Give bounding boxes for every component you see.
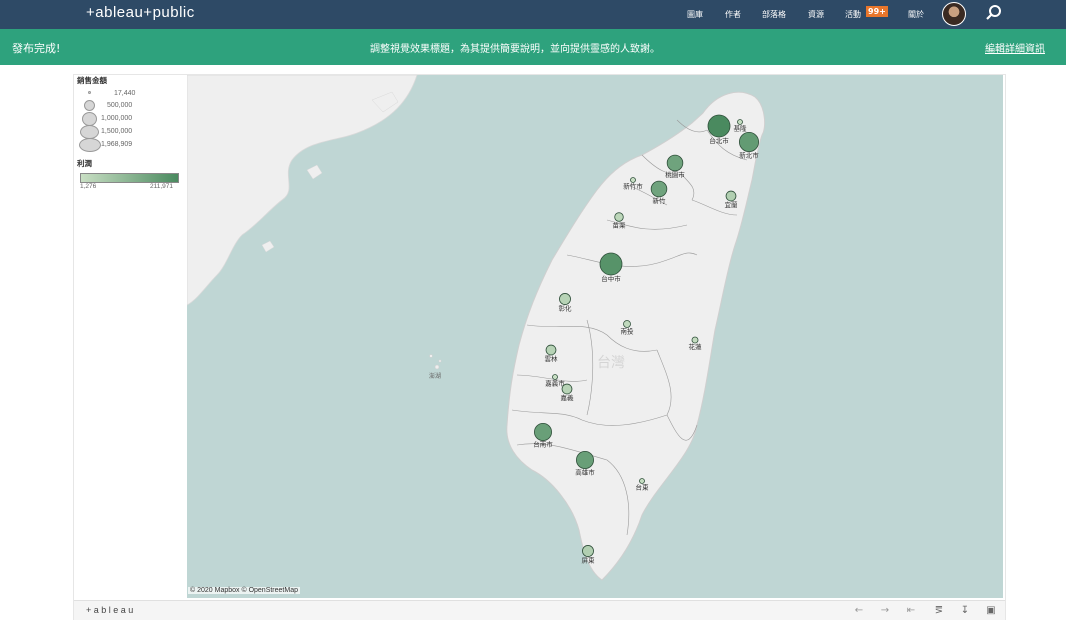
city-bubble[interactable] — [725, 190, 737, 202]
city-bubble[interactable] — [707, 114, 731, 138]
nav-authors[interactable]: 作者 — [725, 9, 741, 20]
city-label: 台南市 — [533, 440, 553, 449]
size-legend-item: 500,000 — [76, 100, 186, 113]
city-bubble[interactable] — [599, 252, 623, 276]
city-bubble[interactable] — [582, 545, 594, 557]
nav-events[interactable]: 活動 — [845, 9, 861, 20]
city-label: 嘉義市 — [545, 379, 565, 388]
penghu-islands — [429, 354, 442, 370]
fullscreen-icon[interactable]: ▣ — [984, 604, 998, 618]
edit-details-link[interactable]: 編輯詳細資訊 — [985, 40, 1045, 55]
tableau-public-logo[interactable]: +ableau+public — [86, 4, 195, 21]
city-label: 台中市 — [601, 274, 621, 283]
city-label: 新竹市 — [623, 182, 643, 191]
download-icon[interactable]: ↧ — [958, 604, 972, 618]
events-badge: 99+ — [866, 6, 888, 17]
avatar[interactable] — [942, 2, 966, 26]
revert-icon[interactable]: ⇤ — [904, 604, 918, 618]
undo-icon[interactable]: ← — [852, 604, 866, 618]
taiwan-island — [506, 91, 766, 581]
map-attribution[interactable]: © 2020 Mapbox © OpenStreetMap — [188, 587, 300, 594]
color-legend-gradient — [80, 173, 179, 183]
city-bubble[interactable] — [738, 131, 760, 153]
city-bubble[interactable] — [545, 344, 557, 356]
top-nav: +ableau+public 圖庫 作者 部落格 資源 活動 99+ 關於 — [0, 0, 1066, 29]
penghu-label: 澎湖 — [429, 372, 441, 380]
city-label: 屏東 — [582, 556, 596, 565]
nav-blog[interactable]: 部落格 — [762, 9, 786, 20]
city-bubble[interactable] — [534, 423, 552, 441]
map-view[interactable]: 澎湖 台灣 台北市 基隆新北市桃園市新竹市新竹 宜蘭苗栗台中市彰化南投花蓮雲林嘉義市… — [187, 75, 1003, 598]
city-label: 台北市 — [709, 136, 729, 145]
legend-panel: 銷售金額 17,440 500,000 1,000,000 1,500,000 … — [76, 75, 186, 195]
nav-about[interactable]: 關於 — [908, 9, 924, 20]
city-label: 南投 — [621, 327, 635, 336]
city-label: 嘉義 — [561, 393, 575, 402]
city-label: 苗栗 — [613, 221, 627, 229]
city-bubble[interactable] — [614, 212, 624, 222]
size-legend-item: 1,000,000 — [76, 112, 186, 126]
banner-message: 調整視覺效果標題，為其提供簡要說明，並向提供靈感的人致謝。 — [370, 44, 660, 55]
redo-icon[interactable]: → — [878, 604, 892, 618]
color-legend-max: 211,971 — [150, 183, 174, 190]
city-bubble[interactable] — [576, 451, 594, 469]
city-label: 彰化 — [559, 304, 573, 313]
city-label: 新北市 — [739, 151, 759, 160]
city-label: 高雄市 — [575, 468, 595, 477]
city-label: 基隆 — [734, 124, 748, 133]
city-bubble[interactable] — [559, 293, 571, 305]
logo-text: +ableau+public — [86, 4, 195, 21]
city-bubble[interactable] — [666, 154, 684, 172]
city-bubble[interactable] — [623, 320, 631, 328]
city-bubble[interactable] — [650, 180, 668, 198]
share-icon[interactable]: ⪚ — [932, 604, 946, 618]
color-legend-title: 利潤 — [77, 159, 92, 168]
city-label: 花蓮 — [689, 342, 703, 351]
size-legend-title: 銷售金額 — [77, 76, 107, 85]
size-legend-item: 1,968,909 — [76, 138, 186, 152]
nav-resources[interactable]: 資源 — [808, 9, 824, 20]
taiwan-label: 台灣 — [597, 355, 625, 371]
tableau-toolbar-logo[interactable]: +ableau — [86, 605, 136, 615]
viz-toolbar: +ableau ← → ⇤ ⪚ ↧ ▣ — [74, 600, 1005, 620]
color-legend-min: 1,276 — [80, 183, 97, 190]
publish-banner: 發布完成! 調整視覺效果標題，為其提供簡要說明，並向提供靈感的人致謝。 編輯詳細… — [0, 29, 1066, 65]
city-label: 雲林 — [545, 354, 559, 363]
city-label: 桃園市 — [665, 170, 685, 179]
size-legend-item: 1,500,000 — [76, 125, 186, 139]
search-icon[interactable] — [985, 4, 1003, 22]
city-label: 新竹 — [653, 196, 667, 205]
city-bubble[interactable] — [561, 383, 573, 395]
city-label: 台東 — [636, 483, 650, 492]
city-label: 宜蘭 — [725, 200, 739, 209]
nav-gallery[interactable]: 圖庫 — [687, 9, 703, 20]
banner-title: 發布完成! — [12, 42, 61, 55]
